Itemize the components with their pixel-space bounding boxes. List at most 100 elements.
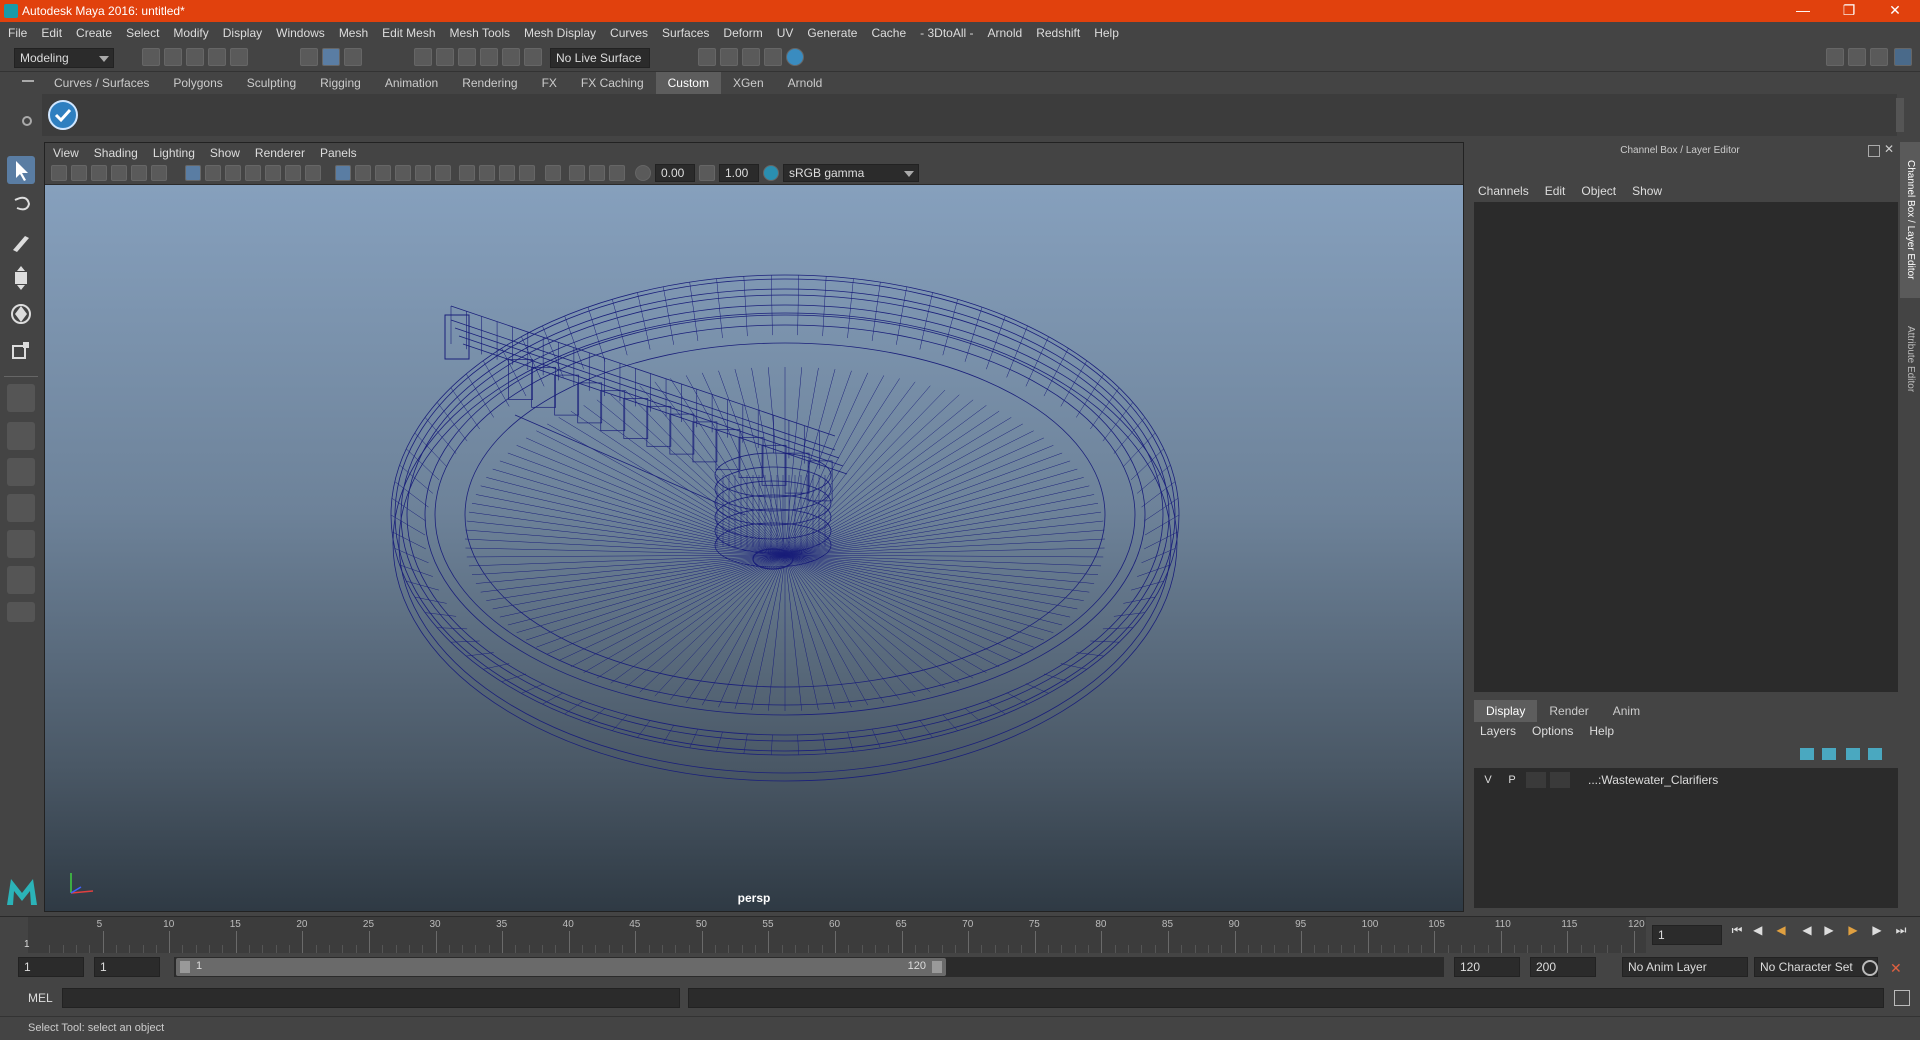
layer-type-toggle[interactable] (1526, 772, 1546, 788)
menu-mesh[interactable]: Mesh (339, 26, 368, 40)
scale-tool-icon[interactable] (7, 336, 35, 364)
layer-menu-help[interactable]: Help (1589, 724, 1614, 744)
image-plane-icon[interactable] (111, 165, 127, 181)
channelbox-toggle-icon[interactable] (1894, 48, 1912, 66)
move-layer-up-icon[interactable] (1800, 748, 1814, 760)
live-surface-field[interactable]: No Live Surface (550, 48, 650, 68)
vp-menu-lighting[interactable]: Lighting (153, 146, 195, 160)
colorspace-dropdown[interactable]: sRGB gamma (783, 164, 919, 182)
step-back-frame-icon[interactable]: ◀ (1752, 923, 1766, 937)
snap-view-icon[interactable] (480, 48, 498, 66)
lasso-tool-icon[interactable] (7, 192, 35, 220)
paint-select-tool-icon[interactable] (7, 228, 35, 256)
shelf-tab-curves-surfaces[interactable]: Curves / Surfaces (42, 72, 161, 94)
anim-end-field[interactable]: 200 (1530, 957, 1596, 977)
vp-menu-view[interactable]: View (53, 146, 79, 160)
gamma-icon[interactable] (699, 165, 715, 181)
snap-grid-icon[interactable] (414, 48, 432, 66)
snap-surface-icon[interactable] (502, 48, 520, 66)
render-view-icon[interactable] (786, 48, 804, 66)
shelf-tab-fx[interactable]: FX (530, 72, 569, 94)
move-tool-icon[interactable] (7, 264, 35, 292)
cb-menu-channels[interactable]: Channels (1478, 184, 1529, 204)
anim-start-field[interactable]: 1 (18, 957, 84, 977)
range-bar-handle[interactable]: 1 120 (176, 958, 946, 976)
command-input[interactable] (62, 988, 680, 1008)
safe-action-icon[interactable] (285, 165, 301, 181)
layer-menu-layers[interactable]: Layers (1480, 724, 1516, 744)
layer-tab-anim[interactable]: Anim (1601, 700, 1652, 722)
exposure-icon[interactable] (635, 165, 651, 181)
menu-windows[interactable]: Windows (276, 26, 325, 40)
save-scene-icon[interactable] (186, 48, 204, 66)
shelf-tab-arnold[interactable]: Arnold (776, 72, 835, 94)
motion-blur-icon[interactable] (479, 165, 495, 181)
persp-graph-layout-icon[interactable] (7, 494, 35, 522)
layer-visibility-toggle[interactable]: V (1478, 772, 1498, 788)
render-settings-icon[interactable] (742, 48, 760, 66)
select-object-icon[interactable] (322, 48, 340, 66)
menu-create[interactable]: Create (76, 26, 112, 40)
cb-menu-object[interactable]: Object (1581, 184, 1616, 204)
open-scene-icon[interactable] (164, 48, 182, 66)
layout-icon[interactable] (1826, 48, 1844, 66)
bookmark-icon[interactable] (91, 165, 107, 181)
persp-outliner-layout-icon[interactable] (7, 458, 35, 486)
playback-start-field[interactable]: 1 (94, 957, 160, 977)
shelf-tab-custom[interactable]: Custom (655, 72, 721, 94)
menu-generate[interactable]: Generate (807, 26, 857, 40)
ipr-render-icon[interactable] (720, 48, 738, 66)
film-gate-icon[interactable] (205, 165, 221, 181)
redo-icon[interactable] (230, 48, 248, 66)
channel-box-area[interactable] (1474, 202, 1898, 692)
lights-icon[interactable] (415, 165, 431, 181)
snap-live-icon[interactable] (524, 48, 542, 66)
shelf-tab-fx-caching[interactable]: FX Caching (569, 72, 656, 94)
menu-arnold[interactable]: Arnold (988, 26, 1023, 40)
grease-pencil-icon[interactable] (151, 165, 167, 181)
select-component-icon[interactable] (344, 48, 362, 66)
current-frame-field[interactable]: 1 (1652, 925, 1722, 945)
select-hierarchy-icon[interactable] (300, 48, 318, 66)
resolution-gate-icon[interactable] (225, 165, 241, 181)
play-backwards-icon[interactable]: ◀ (1800, 923, 1814, 937)
new-layer-icon[interactable] (1846, 748, 1860, 760)
layer-color-swatch[interactable] (1550, 772, 1570, 788)
wireframe-on-shaded-icon[interactable] (375, 165, 391, 181)
anim-layer-dropdown[interactable]: No Anim Layer (1622, 957, 1748, 977)
select-tool-icon[interactable] (7, 156, 35, 184)
mel-label[interactable]: MEL (28, 991, 53, 1005)
menu-edit[interactable]: Edit (41, 26, 62, 40)
snap-curve-icon[interactable] (436, 48, 454, 66)
range-end-handle-icon[interactable] (932, 961, 942, 973)
step-back-key-icon[interactable]: ◀ (1774, 923, 1788, 937)
menu-select[interactable]: Select (126, 26, 159, 40)
hypershade-icon[interactable] (764, 48, 782, 66)
layer-tab-display[interactable]: Display (1474, 700, 1538, 722)
exposure-field[interactable]: 0.00 (655, 164, 695, 182)
range-start-handle-icon[interactable] (180, 961, 190, 973)
timeline[interactable]: 5 10 15 20 25 30 35 40 45 50 55 60 65 70 75 80 85 90 95 100… (28, 917, 1646, 953)
shelf-tab-animation[interactable]: Animation (373, 72, 450, 94)
side-tab-attribute-editor[interactable]: Attribute Editor (1900, 304, 1920, 414)
play-forwards-icon[interactable]: ▶ (1822, 923, 1836, 937)
screen-space-ao-icon[interactable] (459, 165, 475, 181)
layer-menu-options[interactable]: Options (1532, 724, 1573, 744)
render-frame-icon[interactable] (698, 48, 716, 66)
new-scene-icon[interactable] (142, 48, 160, 66)
cb-menu-show[interactable]: Show (1632, 184, 1662, 204)
four-view-layout-icon[interactable] (7, 422, 35, 450)
shelf-tab-xgen[interactable]: XGen (721, 72, 776, 94)
step-forward-key-icon[interactable]: ▶ (1846, 923, 1860, 937)
layer-row[interactable]: V P ...:Wastewater_Clarifiers (1478, 770, 1894, 790)
script-editor-icon[interactable] (1894, 990, 1910, 1006)
character-set-dropdown[interactable]: No Character Set (1754, 957, 1878, 977)
menu-deform[interactable]: Deform (723, 26, 762, 40)
menu-display[interactable]: Display (223, 26, 262, 40)
move-layer-down-icon[interactable] (1822, 748, 1836, 760)
menu-redshift[interactable]: Redshift (1036, 26, 1080, 40)
single-view-layout-icon[interactable] (7, 384, 35, 412)
textured-icon[interactable] (395, 165, 411, 181)
shelf-tab-sculpting[interactable]: Sculpting (235, 72, 308, 94)
layer-playback-toggle[interactable]: P (1502, 772, 1522, 788)
